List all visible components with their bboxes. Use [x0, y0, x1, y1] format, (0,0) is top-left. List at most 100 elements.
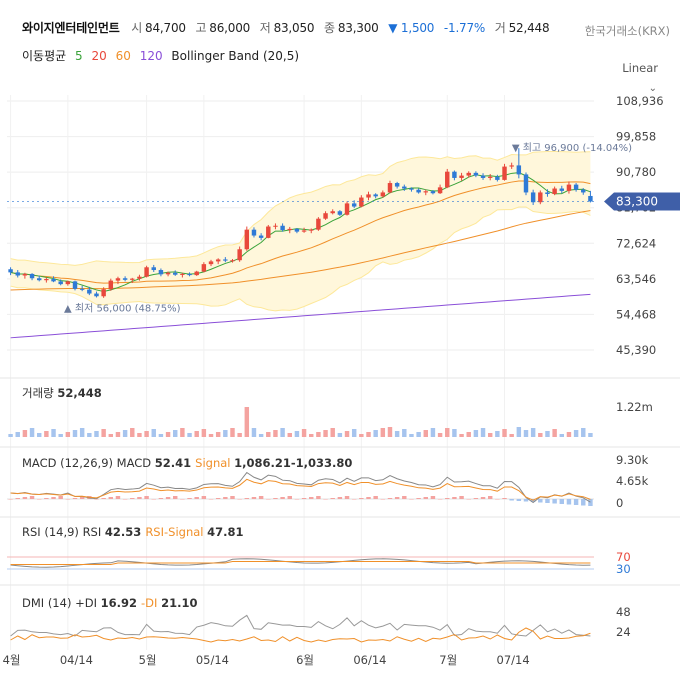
price-tick-label: 108,936 [616, 94, 664, 108]
volume-bar [466, 432, 471, 437]
x-tick-label: 5월 [139, 653, 157, 667]
volume-bar [87, 433, 92, 437]
macd-hist-bar [58, 496, 63, 499]
macd-hist-bar [559, 499, 565, 504]
macd-hist-bar [538, 499, 543, 503]
max-annotation: ▼ 최고 96,900 (-14.04%) [512, 142, 632, 154]
stock-chart[interactable]: 108,93699,85890,78081,70272,62463,54654,… [0, 0, 680, 697]
candle [266, 224, 271, 239]
volume-bar [8, 434, 13, 437]
candle-body [380, 192, 386, 197]
candle-body [144, 267, 149, 277]
macd-hist-bar [573, 499, 579, 505]
candle-body [58, 281, 63, 285]
price-tick-label: 63,546 [616, 272, 656, 286]
macd-hist-bar [466, 499, 471, 500]
volume-bar [51, 429, 56, 437]
volume-bar [437, 433, 443, 437]
candle-body [122, 278, 128, 280]
volume-bar [180, 428, 185, 437]
volume-bar [72, 430, 78, 437]
price-tick-label: 90,780 [616, 165, 656, 179]
candle-body [130, 278, 135, 280]
macd-hist-bar [552, 499, 557, 504]
candle-body [480, 175, 486, 178]
macd-hist-bar [373, 496, 378, 499]
macd-signal-value: 1,086.21-1,033.80 [234, 456, 352, 470]
volume-bar [301, 429, 307, 437]
macd-hist-bar [344, 496, 350, 499]
macd-hist-bar [416, 498, 421, 499]
volume-bar [573, 430, 579, 437]
candle-body [552, 188, 557, 195]
candle-body [581, 189, 586, 193]
candle-body [158, 270, 164, 275]
candle-body [208, 261, 214, 265]
candle-body [201, 264, 207, 272]
candle-body [94, 293, 99, 297]
macd-pane-label: MACD (12,26,9) MACD 52.41 Signal 1,086.2… [22, 456, 352, 470]
min-annotation: ▲ 최저 56,000 (48.75%) [64, 302, 181, 314]
price-tick-label: 99,858 [616, 130, 656, 144]
macd-hist-bar [201, 496, 207, 499]
macd-hist-bar [130, 498, 135, 499]
volume-bar [230, 428, 235, 437]
volume-bar [409, 434, 414, 437]
candle-body [530, 192, 536, 203]
candle-body [523, 174, 529, 193]
volume-bar [588, 433, 593, 437]
candle-body [51, 279, 56, 282]
dmi-48-label: 48 [616, 605, 631, 619]
macd-hist-bar [79, 497, 85, 499]
volume-bar [394, 431, 400, 437]
candle-body [566, 184, 572, 191]
candle-body [402, 186, 407, 189]
macd-hist-bar [402, 496, 407, 499]
volume-bar [237, 433, 242, 437]
macd-hist-bar [144, 496, 149, 499]
volume-bar [94, 431, 99, 437]
dmi-pane-label: DMI (14) +DI 16.92 -DI 21.10 [22, 596, 197, 610]
candle-body [473, 172, 479, 176]
candle-body [545, 192, 550, 195]
macd-hist-bar [394, 497, 400, 499]
volume-bar [402, 429, 407, 437]
candle [538, 190, 543, 205]
macd-hist-bar [351, 499, 357, 500]
candle-body [244, 229, 250, 250]
volume-bar [294, 431, 300, 437]
macd-hist-bar [509, 499, 514, 501]
candle-body [273, 225, 278, 227]
macd-hist-bar [258, 496, 264, 499]
volume-bar [266, 432, 271, 437]
macd-hist-bar [280, 497, 285, 499]
macd-hist-bar [516, 499, 522, 501]
candle-body [223, 259, 228, 261]
candle-body [29, 273, 35, 279]
macd-hist-bar [72, 498, 78, 499]
volume-bar [258, 434, 264, 437]
volume-bar [44, 431, 49, 437]
candle-body [416, 189, 421, 193]
candle-body [36, 278, 42, 281]
volume-bar [101, 429, 106, 437]
macd-hist-bar [502, 498, 507, 499]
volume-bar [287, 433, 292, 437]
candle-body [72, 281, 78, 289]
candle-body [187, 273, 192, 276]
candle-body [366, 194, 371, 198]
candle-body [108, 280, 114, 290]
volume-bar [373, 430, 378, 437]
macd-hist-bar [287, 496, 292, 499]
volume-pane-label: 거래량 52,448 [22, 386, 102, 400]
volume-bar [122, 430, 128, 437]
volume-bar [79, 428, 85, 437]
candle-body [337, 211, 343, 215]
price-tick-label: 72,624 [616, 236, 656, 250]
macd-hist-bar [215, 498, 221, 499]
volume-bar [509, 434, 514, 437]
volume-bar [380, 428, 386, 437]
macd-hist-bar [337, 497, 343, 499]
macd-hist-bar [309, 497, 314, 499]
volume-bar [359, 434, 364, 437]
